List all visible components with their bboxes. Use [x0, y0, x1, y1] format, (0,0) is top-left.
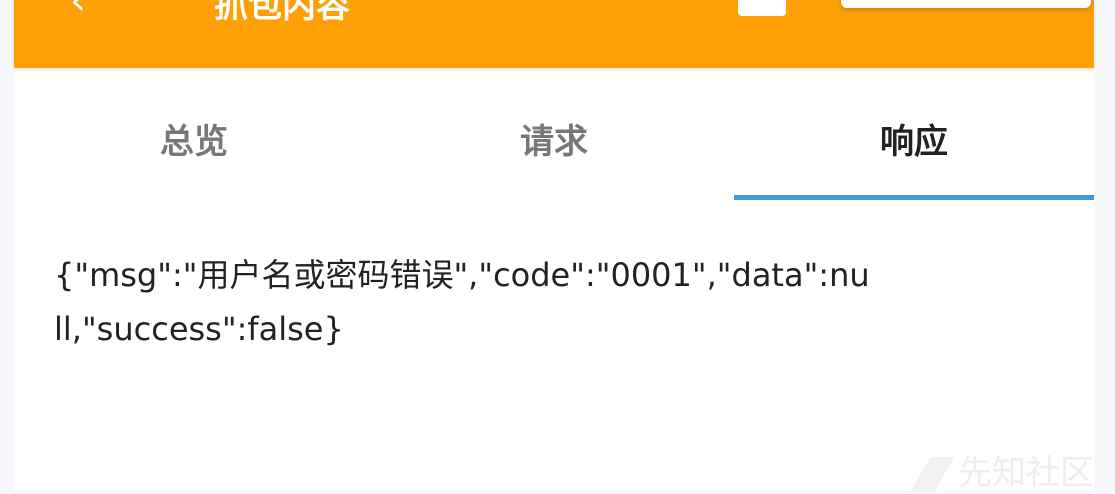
- page-title: 抓包内容: [214, 0, 350, 26]
- back-arrow-icon[interactable]: ‹: [70, 0, 86, 24]
- watermark: 先知社区: [909, 445, 1094, 494]
- app-bar: ‹ 抓包内容: [14, 0, 1094, 68]
- tab-request[interactable]: 请求: [374, 68, 734, 200]
- tab-bar: 总览 请求 响应: [14, 68, 1094, 200]
- tab-overview[interactable]: 总览: [14, 68, 374, 200]
- capture-detail-card: ‹ 抓包内容 总览 请求 响应 {"msg":"用户名或密码错误","code"…: [14, 0, 1094, 491]
- response-body: {"msg":"用户名或密码错误","code":"0001","data":n…: [54, 256, 870, 348]
- popup-menu[interactable]: [841, 0, 1091, 8]
- tab-response[interactable]: 响应: [734, 68, 1094, 200]
- watermark-text: 先知社区: [958, 453, 1094, 493]
- share-icon[interactable]: [738, 0, 786, 16]
